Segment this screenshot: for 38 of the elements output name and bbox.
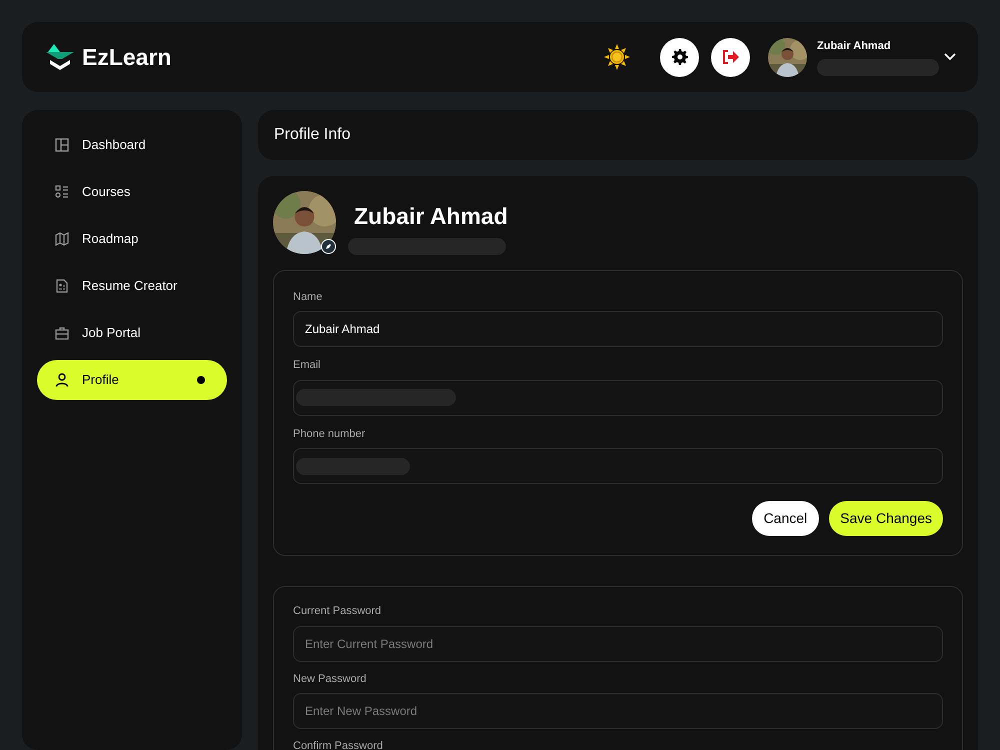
sidebar-item[interactable]: Job Portal: [37, 313, 227, 353]
layout-icon: [55, 138, 69, 152]
profile-name: Zubair Ahmad: [354, 202, 508, 231]
sidebar-item[interactable]: Profile: [37, 360, 227, 400]
field-label: Confirm Password: [293, 739, 384, 750]
field-label: Name: [293, 290, 324, 304]
cancel-button[interactable]: Cancel: [752, 501, 820, 536]
settings-button[interactable]: [660, 38, 699, 76]
input-field[interactable]: Enter Current Password: [293, 626, 943, 662]
field-label: Current Password: [293, 604, 382, 619]
user-icon: [55, 373, 69, 387]
settings-icon: [672, 49, 688, 65]
sidebar-item[interactable]: Roadmap: [37, 219, 227, 259]
save-button[interactable]: Save Changes: [829, 501, 943, 536]
user-name: Zubair Ahmad: [817, 39, 892, 54]
briefcase-icon: [55, 326, 69, 340]
map-icon: [55, 232, 69, 246]
edit-avatar-button[interactable]: [321, 239, 336, 254]
list-icon: [55, 185, 69, 199]
page-title: Profile Info: [274, 125, 350, 145]
sidebar-item[interactable]: Resume Creator: [37, 266, 227, 306]
field-label: New Password: [293, 672, 368, 686]
field-label: Phone number: [293, 426, 366, 442]
logout-icon: [722, 49, 740, 65]
sidebar-item[interactable]: Courses: [37, 172, 227, 212]
sun-icon[interactable]: [604, 44, 630, 70]
input-field[interactable]: Enter New Password: [293, 693, 943, 729]
field-label: Email: [293, 358, 322, 373]
brand-name: EzLearn: [82, 42, 172, 72]
input-field[interactable]: [293, 448, 943, 484]
input-field[interactable]: [293, 380, 943, 416]
logo-icon: [44, 42, 76, 72]
logout-button[interactable]: [711, 38, 750, 76]
input-field[interactable]: Zubair Ahmad: [293, 311, 943, 347]
sidebar-item[interactable]: Dashboard: [37, 125, 227, 165]
pencil-icon: [325, 243, 332, 250]
chevron-down-icon[interactable]: [944, 53, 956, 61]
document-icon: [55, 279, 69, 293]
